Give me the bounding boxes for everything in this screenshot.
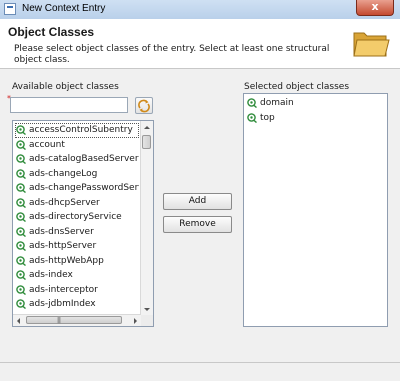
object-class-icon — [16, 125, 26, 136]
list-item-label: ads-index — [29, 270, 73, 280]
object-class-icon — [16, 168, 26, 179]
button-bar — [0, 363, 400, 381]
refresh-icon — [138, 99, 150, 113]
scroll-right-icon[interactable] — [134, 318, 137, 324]
list-item-label: ads-httpWebApp — [29, 255, 104, 266]
scroll-down-icon[interactable] — [144, 308, 150, 311]
folder-icon — [353, 32, 390, 57]
list-item-label: domain — [260, 98, 294, 108]
object-class-icon — [16, 154, 26, 165]
page-description: Please select object classes of the entr… — [14, 44, 330, 65]
list-item[interactable]: ads-changeLog — [15, 167, 139, 182]
list-item-label: top — [260, 112, 275, 123]
object-class-icon — [16, 299, 26, 310]
list-item-label: accessControlSubentry — [29, 125, 133, 135]
window-icon — [4, 3, 16, 15]
object-class-icon — [16, 270, 26, 281]
selected-classes-label: Selected object classes — [244, 82, 350, 92]
list-item-label: ads-dnsServer — [29, 226, 94, 237]
grip-icon: ||| — [57, 317, 61, 324]
object-class-icon — [16, 212, 26, 223]
list-item[interactable]: ads-changePasswordServer — [15, 181, 139, 196]
object-class-icon — [16, 241, 26, 252]
refresh-button[interactable] — [135, 97, 153, 114]
list-item[interactable]: accessControlSubentry — [15, 123, 139, 138]
list-item[interactable]: ads-httpServer — [15, 239, 139, 254]
list-item-label: account — [29, 139, 65, 150]
scroll-thumb-horizontal[interactable] — [26, 316, 122, 324]
list-item-label: ads-catalogBasedServer — [29, 154, 139, 164]
list-item[interactable]: ads-httpWebApp — [15, 254, 139, 269]
list-item-label: ads-jdbmIndex — [29, 299, 96, 309]
list-item[interactable]: domain — [246, 96, 385, 111]
list-item[interactable]: ads-index — [15, 268, 139, 283]
list-item[interactable]: top — [246, 111, 385, 126]
available-classes-label: Available object classes — [12, 82, 119, 92]
filter-input[interactable] — [10, 97, 128, 113]
list-item-label: ads-directoryService — [29, 212, 122, 222]
object-class-icon — [247, 112, 257, 123]
wizard-header: Object Classes Please select object clas… — [0, 19, 400, 69]
object-class-icon — [247, 98, 257, 109]
available-classes-list[interactable]: accessControlSubentry account ads-catalogB… — [12, 120, 154, 327]
selected-classes-list[interactable]: domain top — [243, 93, 388, 327]
object-class-icon — [16, 183, 26, 194]
list-item[interactable]: ads-directoryService — [15, 210, 139, 225]
list-item[interactable]: ads-jdbmIndex — [15, 297, 139, 312]
horizontal-scrollbar[interactable]: ||| — [13, 314, 141, 326]
list-item[interactable]: ads-dnsServer — [15, 225, 139, 240]
list-item[interactable]: ads-catalogBasedServer — [15, 152, 139, 167]
list-item[interactable]: ads-interceptor — [15, 283, 139, 298]
page-title: Object Classes — [8, 25, 95, 39]
list-item-label: ads-changeLog — [29, 168, 98, 179]
add-button[interactable]: Add — [163, 193, 232, 210]
list-item-label: ads-dhcpServer — [29, 197, 100, 208]
object-class-icon — [16, 197, 26, 208]
close-button[interactable]: x — [356, 0, 394, 16]
scroll-left-icon[interactable] — [17, 318, 20, 324]
remove-button[interactable]: Remove — [163, 216, 232, 233]
list-item-label: ads-httpServer — [29, 241, 97, 251]
list-item[interactable]: account — [15, 138, 139, 153]
vertical-scrollbar[interactable] — [140, 121, 153, 315]
object-class-icon — [16, 255, 26, 266]
scroll-thumb[interactable] — [142, 135, 151, 149]
object-class-icon — [16, 284, 26, 295]
scroll-corner — [141, 315, 153, 326]
list-item-label: ads-interceptor — [29, 284, 98, 295]
window-title: New Context Entry — [22, 3, 106, 14]
title-bar: New Context Entry x — [0, 0, 400, 20]
list-item-label: ads-changePasswordServer — [29, 183, 139, 193]
scroll-up-icon[interactable] — [144, 126, 150, 129]
list-item[interactable]: ads-dhcpServer — [15, 196, 139, 211]
object-class-icon — [16, 139, 26, 150]
object-class-icon — [16, 226, 26, 237]
